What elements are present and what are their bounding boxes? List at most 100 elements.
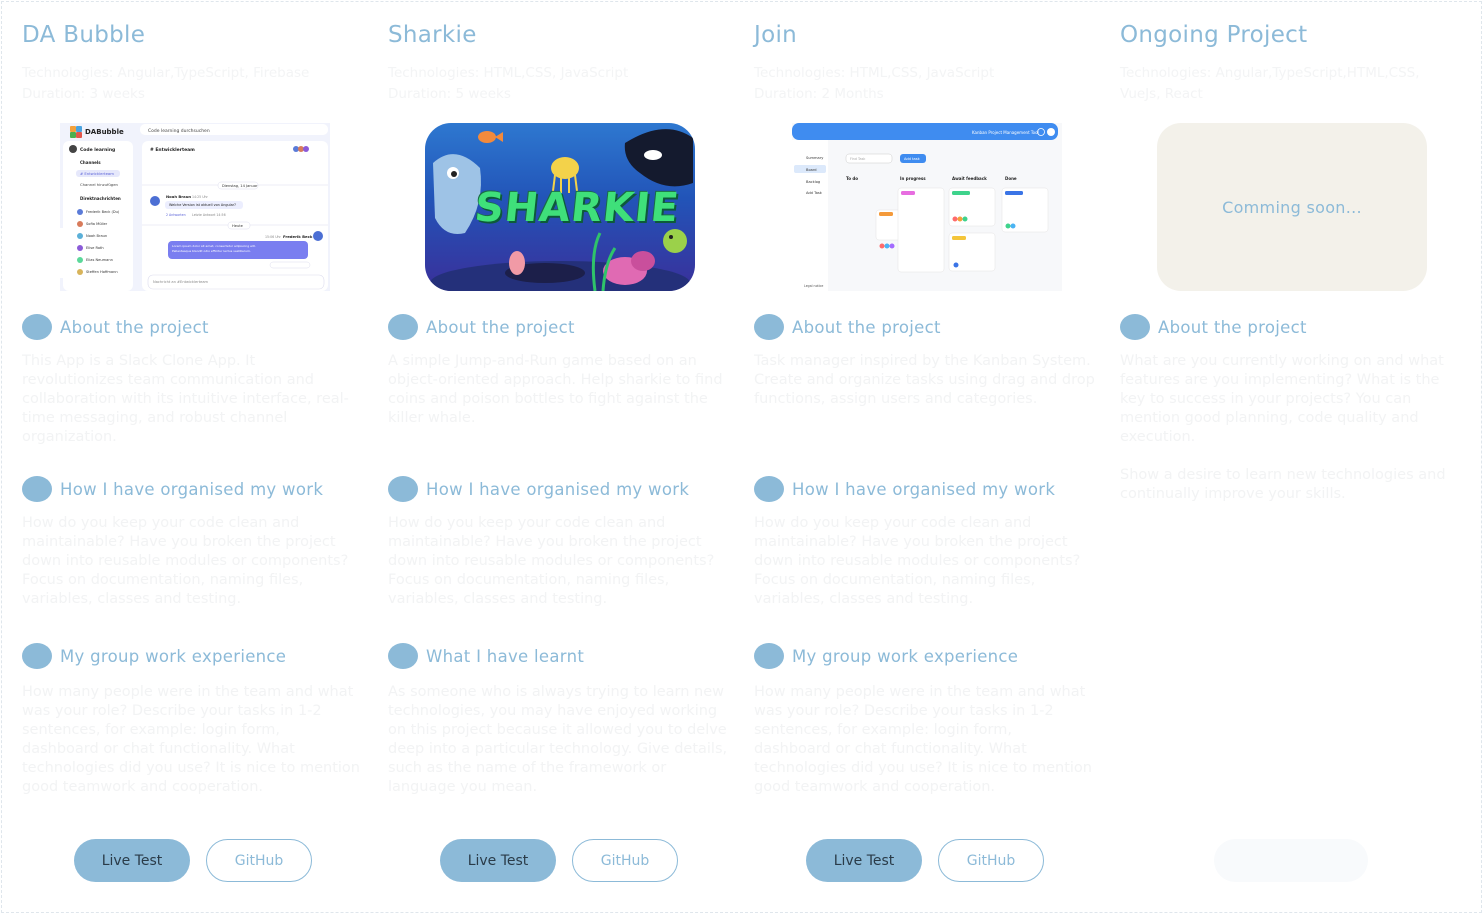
svg-text:Summary: Summary [806, 156, 824, 160]
svg-text:Add task: Add task [904, 157, 921, 161]
project-title: Sharkie [388, 22, 477, 48]
project-screenshot-da-bubble: DABubble Code learning durchsuchen Code … [60, 123, 330, 291]
dabubble-mock: DABubble Code learning durchsuchen Code … [60, 123, 330, 291]
project-meta: Technologies: HTML,CSS, JavaScript Durat… [754, 63, 1084, 105]
bullet-icon [22, 476, 52, 502]
live-test-button[interactable]: Live Test [74, 839, 190, 882]
dabubble-app-name: DABubble [85, 128, 124, 136]
section-label: About the project [426, 317, 575, 337]
live-test-button[interactable]: Live Test [440, 839, 556, 882]
bullet-icon [754, 476, 784, 502]
section-text: How do you keep your code clean and main… [754, 515, 1081, 607]
project-title: Join [754, 22, 798, 48]
project-duration: Duration: 2 Months [754, 86, 884, 102]
section-label: About the project [60, 317, 209, 337]
svg-text:Board: Board [806, 168, 817, 172]
section-label: My group work experience [792, 646, 1019, 666]
project-technologies: Technologies: Angular,TypeScript, Fireba… [22, 65, 310, 81]
project-screenshot-join: Kanban Project Management Tool Summary B… [792, 123, 1062, 291]
svg-text:Code learning: Code learning [80, 147, 115, 153]
svg-text:# Entwicklerteam: # Entwicklerteam [80, 171, 114, 176]
section-organised: How I have organised my work [754, 475, 1055, 503]
section-text: Task manager inspired by the Kanban Syst… [754, 353, 1095, 407]
github-button[interactable]: GitHub [938, 839, 1044, 882]
svg-text:Welche Version ist aktuell von: Welche Version ist aktuell von Angular? [169, 203, 236, 207]
section-text: How do you keep your code clean and main… [388, 515, 715, 607]
project-card-da-bubble: DA Bubble Technologies: Angular,TypeScri… [22, 0, 372, 915]
section-organised: How I have organised my work [22, 475, 323, 503]
section-about: About the project [388, 313, 575, 341]
bullet-icon [22, 643, 52, 669]
svg-text:Kanban Project Management Tool: Kanban Project Management Tool [972, 130, 1039, 135]
svg-text:2 Antworten: 2 Antworten [166, 213, 186, 217]
svg-text:15:06 Uhr: 15:06 Uhr [265, 235, 282, 239]
github-button[interactable]: GitHub [572, 839, 678, 882]
project-technologies: Technologies: Angular,TypeScript,HTML,CS… [1120, 65, 1420, 102]
svg-text:Dienstag, 14 Januar: Dienstag, 14 Januar [222, 184, 258, 188]
project-screenshot-sharkie: SHARKIE [425, 123, 695, 291]
project-card-sharkie: Sharkie Technologies: HTML,CSS, JavaScri… [388, 0, 738, 915]
project-duration: Duration: 3 weeks [22, 86, 145, 102]
svg-text:Frederik Beck: Frederik Beck [283, 234, 313, 239]
svg-text:# Entwicklerteam: # Entwicklerteam [150, 147, 195, 153]
section-label: What I have learnt [426, 646, 585, 666]
github-button[interactable]: GitHub [206, 839, 312, 882]
dabubble-search: Code learning durchsuchen [148, 128, 210, 134]
project-technologies: Technologies: HTML,CSS, JavaScript [754, 65, 995, 81]
section-label: How I have organised my work [426, 479, 690, 499]
live-test-button[interactable]: Live Test [806, 839, 922, 882]
svg-text:Sofia Müller: Sofia Müller [86, 222, 108, 226]
svg-text:14:25 Uhr: 14:25 Uhr [192, 195, 209, 199]
section-extra-text: Show a desire to learn new technologies … [1120, 467, 1446, 502]
section-label: About the project [792, 317, 941, 337]
project-meta: Technologies: Angular,TypeScript, Fireba… [22, 63, 352, 105]
section-about: About the project [754, 313, 941, 341]
project-technologies: Technologies: HTML,CSS, JavaScript [388, 65, 629, 81]
section-text: How many people were in the team and wha… [754, 684, 1092, 795]
project-duration: Duration: 5 weeks [388, 86, 511, 102]
coming-soon-card: Comming soon... [1157, 123, 1427, 291]
placeholder-button [1214, 839, 1368, 882]
svg-text:Nachricht an #Entwicklerteam: Nachricht an #Entwicklerteam [153, 280, 209, 284]
project-title: DA Bubble [22, 22, 146, 48]
section-text: This App is a Slack Clone App. It revolu… [22, 353, 349, 445]
sharkie-logo-text: SHARKIE [472, 185, 682, 231]
project-meta: Technologies: HTML,CSS, JavaScript Durat… [388, 63, 718, 105]
section-text: As someone who is always trying to learn… [388, 684, 728, 795]
section-group-work: My group work experience [22, 642, 286, 670]
svg-text:Heute: Heute [232, 224, 244, 228]
svg-text:Frederik Beck (Du): Frederik Beck (Du) [86, 210, 120, 214]
svg-text:Await feedback: Await feedback [952, 176, 987, 181]
svg-text:Elise Roth: Elise Roth [86, 246, 104, 250]
section-text: How many people were in the team and wha… [22, 684, 360, 795]
section-label: How I have organised my work [60, 479, 324, 499]
section-group-work: My group work experience [754, 642, 1018, 670]
svg-text:Find Task: Find Task [850, 157, 865, 161]
section-label: My group work experience [60, 646, 287, 666]
section-text: What are you currently working on and wh… [1120, 353, 1444, 445]
pufferfish-icon [663, 229, 687, 253]
svg-text:Legal notice: Legal notice [804, 284, 823, 288]
project-title: Ongoing Project [1120, 22, 1308, 48]
svg-text:Backlog: Backlog [806, 180, 820, 184]
coming-soon-label: Comming soon... [1222, 197, 1362, 217]
svg-text:Direktnachrichten: Direktnachrichten [80, 196, 121, 201]
section-label: About the project [1158, 317, 1307, 337]
svg-text:Done: Done [1005, 176, 1017, 181]
svg-text:To do: To do [846, 176, 858, 181]
section-learnt: What I have learnt [388, 642, 584, 670]
svg-text:Noah Braun: Noah Braun [86, 234, 107, 238]
svg-text:Steffen Hoffmann: Steffen Hoffmann [86, 270, 118, 274]
section-about: About the project [22, 313, 209, 341]
section-text: How do you keep your code clean and main… [22, 515, 349, 607]
bullet-icon [754, 314, 784, 340]
bullet-icon [388, 476, 418, 502]
svg-text:Lorem ipsum dolor sit amet, co: Lorem ipsum dolor sit amet, consectetur … [172, 244, 256, 248]
svg-text:Elias Neumann: Elias Neumann [86, 258, 113, 262]
svg-text:Noah Braun: Noah Braun [166, 194, 191, 199]
project-meta: Technologies: Angular,TypeScript,HTML,CS… [1120, 63, 1420, 105]
svg-text:In progress: In progress [900, 176, 926, 181]
svg-text:Letzte Antwort 14:56: Letzte Antwort 14:56 [192, 213, 226, 217]
seahorse-icon [509, 251, 525, 275]
orca-icon [624, 129, 693, 187]
